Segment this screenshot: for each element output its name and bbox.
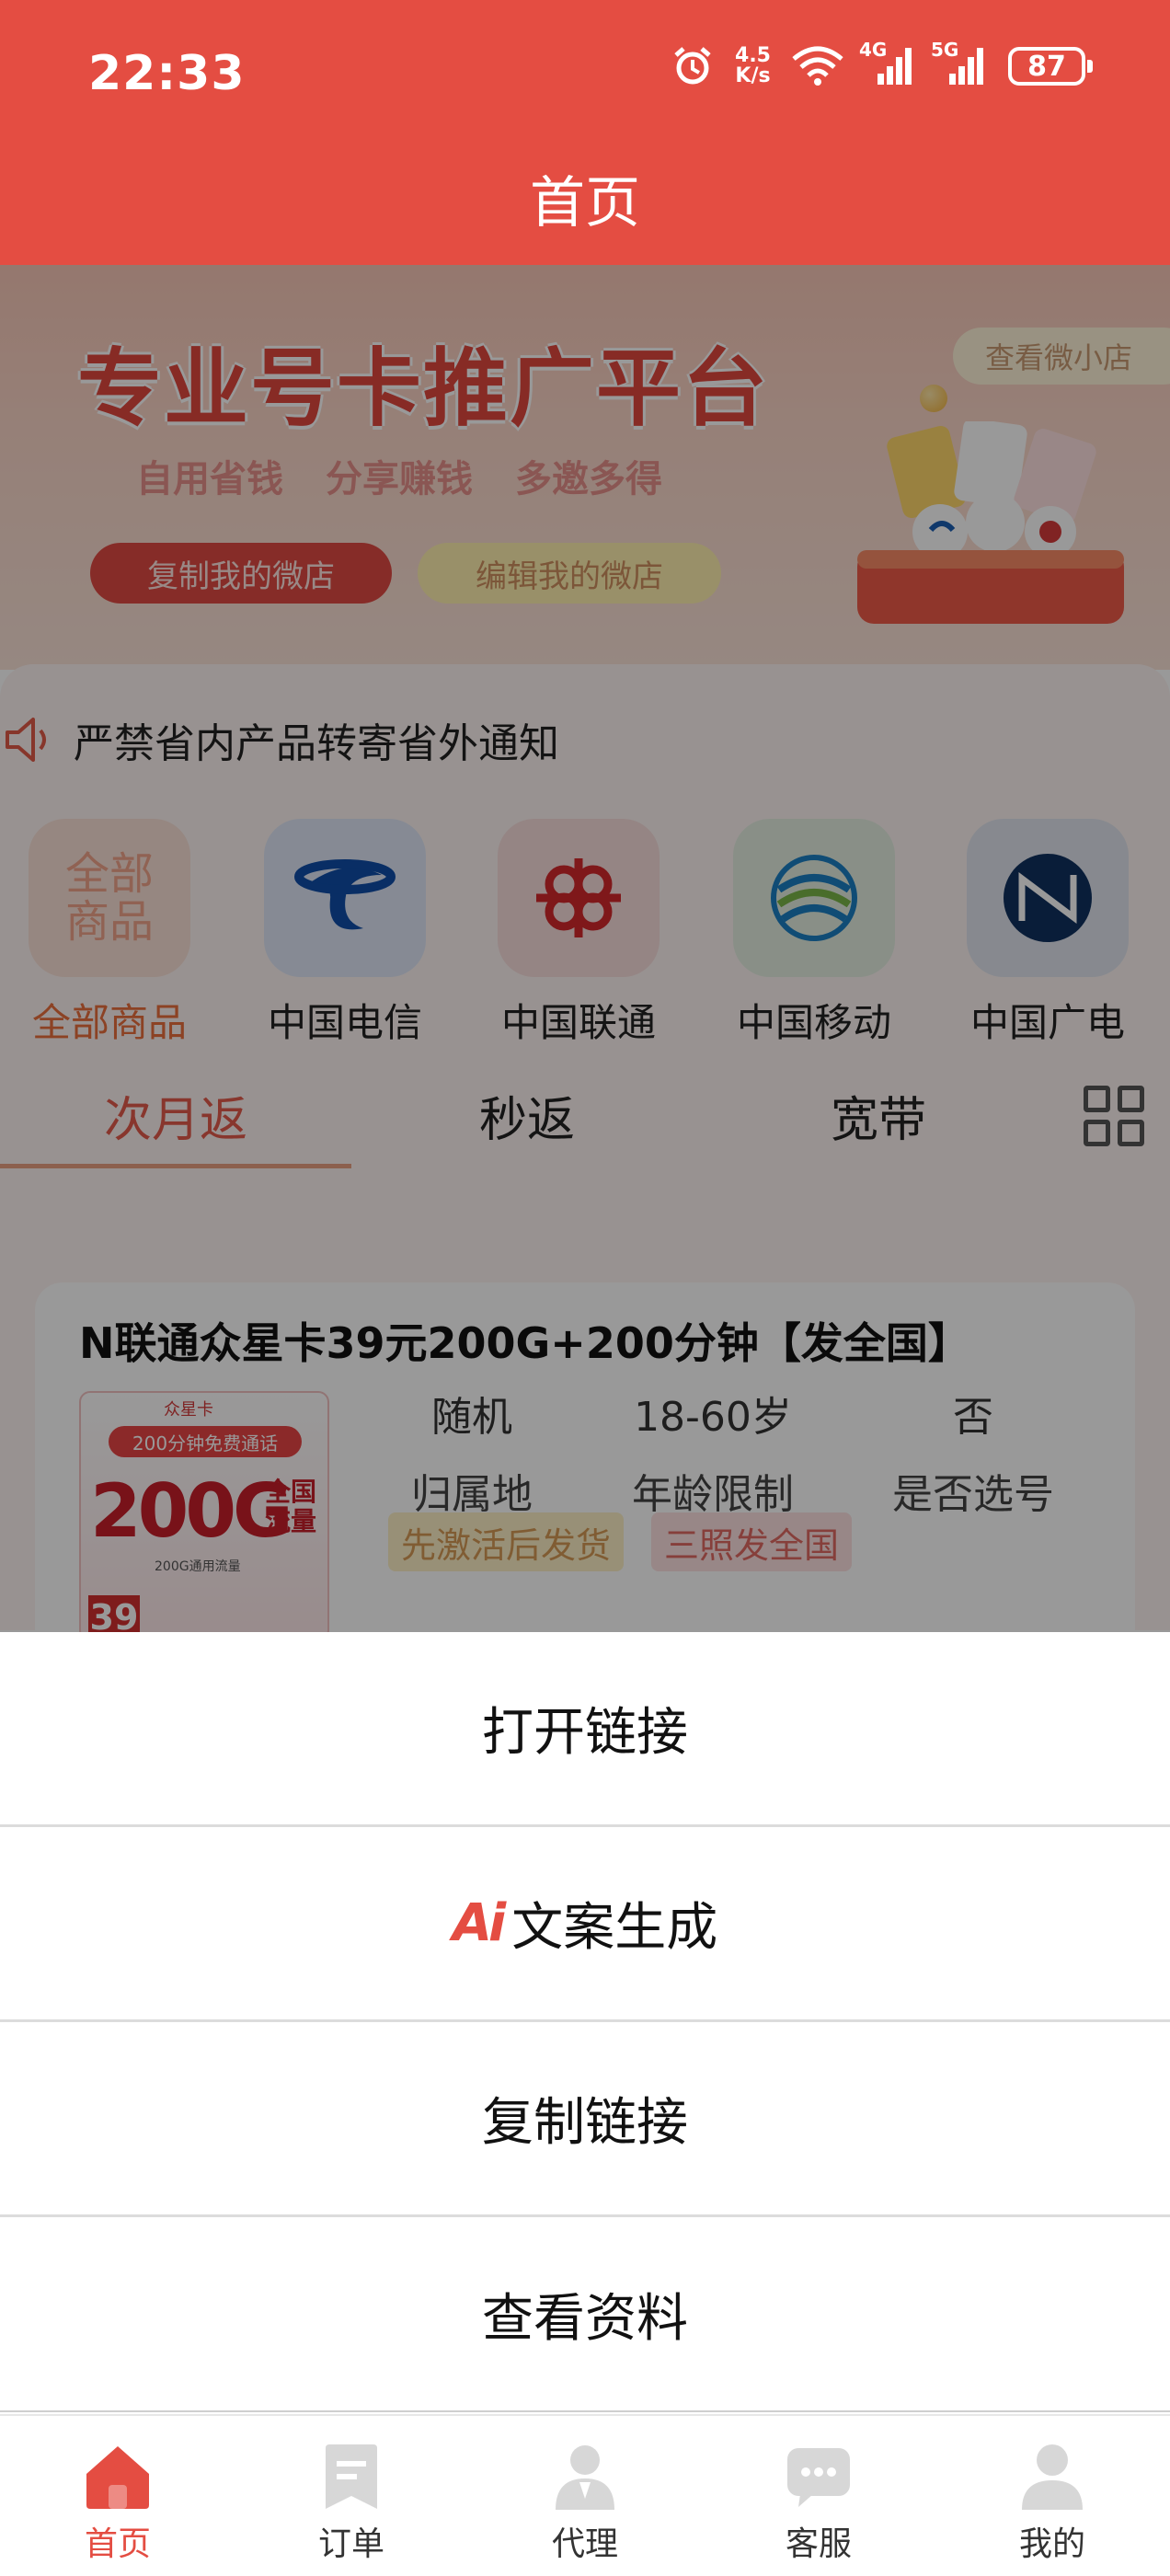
battery-level: 87 [1027,50,1066,83]
nav-label: 首页 [84,2525,151,2563]
status-icons: 4.5 K/s 4G 5G 87 [671,39,1093,88]
top-bar: 22:33 4.5 K/s 4G 5G 87 首页 [0,0,1170,265]
page-title: 首页 [530,171,640,236]
orders-icon [315,2440,388,2513]
user-icon [1015,2440,1089,2513]
battery-icon: 87 [1008,47,1093,86]
net-speed: 4.5 K/s [735,46,771,86]
alarm-icon [674,47,711,85]
modal-backdrop[interactable] [0,265,1170,1632]
nav-label: 客服 [785,2525,852,2563]
agent-icon [548,2440,622,2513]
nav-profile[interactable]: 我的 [960,2440,1144,2565]
nav-agent[interactable]: 代理 [493,2440,677,2565]
copy-link-option[interactable]: 复制链接 [0,2022,1170,2217]
open-link-option[interactable]: 打开链接 [0,1632,1170,1827]
option-label: 复制链接 [482,2093,688,2153]
status-time: 22:33 [88,46,246,101]
chat-icon [782,2440,855,2513]
nav-label: 代理 [551,2525,618,2563]
ai-icon: Ai [452,1893,507,1953]
sim2-tag: 5G [931,39,959,61]
action-sheet: 打开链接 Ai 文案生成 复制链接 查看资料 [0,1632,1170,2414]
option-label: 查看资料 [482,2288,688,2349]
option-label: 文案生成 [511,1898,718,1958]
net-speed-unit: K/s [735,64,771,87]
nav-home[interactable]: 首页 [26,2440,210,2565]
net-speed-value: 4.5 [735,44,771,67]
nav-label: 我的 [1018,2525,1085,2563]
bottom-nav: 首页 订单 代理 客服 我的 [0,2414,1170,2576]
nav-orders[interactable]: 订单 [259,2440,443,2565]
option-label: 打开链接 [482,1703,688,1763]
view-details-option[interactable]: 查看资料 [0,2217,1170,2412]
nav-customer-service[interactable]: 客服 [727,2440,911,2565]
signal-5g-icon: 5G [931,39,988,86]
wifi-icon [792,46,843,86]
nav-label: 订单 [317,2525,384,2563]
sim1-tag: 4G [859,39,888,61]
generate-copy-option[interactable]: Ai 文案生成 [0,1827,1170,2022]
signal-4g-icon: 4G [859,39,916,86]
home-icon [81,2440,155,2513]
